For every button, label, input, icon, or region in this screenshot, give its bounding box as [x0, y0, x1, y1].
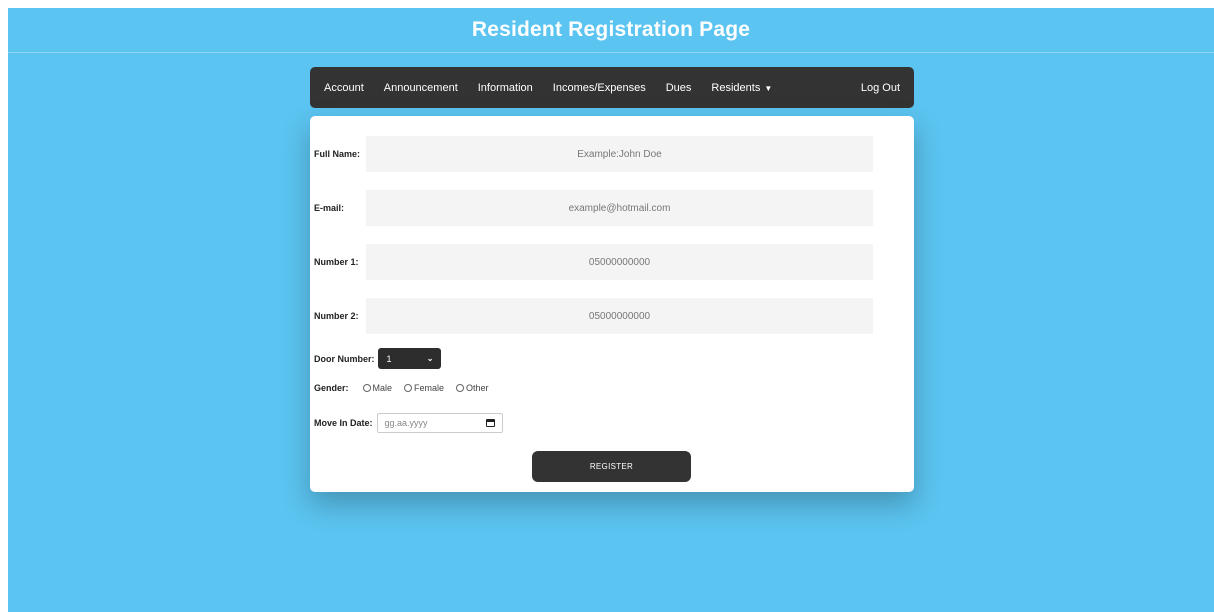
- full-name-row: Full Name:: [314, 136, 873, 172]
- page-header: Resident Registration Page: [8, 8, 1214, 53]
- number2-label: Number 2:: [314, 311, 359, 321]
- gender-option-other[interactable]: Other: [456, 383, 489, 393]
- page: Resident Registration Page Account Annou…: [8, 8, 1214, 612]
- move-in-date-input[interactable]: gg.aa.yyyy: [376, 413, 503, 433]
- number2-input[interactable]: [366, 298, 873, 334]
- nav-item-account[interactable]: Account: [324, 82, 364, 94]
- email-row: E-mail:: [314, 190, 873, 226]
- door-number-value: 1: [386, 353, 392, 364]
- door-number-row: Door Number: 1 ⌄: [314, 348, 441, 369]
- door-number-label: Door Number:: [314, 353, 375, 364]
- gender-option-female[interactable]: Female: [404, 383, 444, 393]
- number1-input[interactable]: [366, 244, 873, 280]
- number1-label: Number 1:: [314, 257, 359, 267]
- number1-row: Number 1:: [314, 244, 873, 280]
- email-input[interactable]: [366, 190, 873, 226]
- door-number-select[interactable]: 1 ⌄: [377, 348, 441, 369]
- radio-female[interactable]: [404, 384, 413, 392]
- move-in-date-row: Move In Date: gg.aa.yyyy: [314, 413, 503, 433]
- full-name-label: Full Name:: [314, 149, 361, 159]
- gender-row: Gender: Male Female Other: [314, 383, 501, 393]
- calendar-icon[interactable]: [485, 419, 495, 427]
- caret-down-icon: ▼: [764, 83, 773, 93]
- nav-item-dues[interactable]: Dues: [666, 82, 692, 94]
- radio-male-label: Male: [372, 383, 393, 393]
- move-in-date-label: Move In Date:: [314, 418, 373, 428]
- radio-other[interactable]: [456, 384, 465, 392]
- main-navbar: Account Announcement Information Incomes…: [310, 67, 914, 108]
- nav-item-information[interactable]: Information: [478, 82, 533, 94]
- full-name-input[interactable]: [366, 136, 873, 172]
- nav-item-announcement[interactable]: Announcement: [384, 82, 458, 94]
- radio-other-label: Other: [466, 383, 489, 393]
- move-in-date-placeholder: gg.aa.yyyy: [384, 418, 428, 428]
- email-label: E-mail:: [314, 203, 345, 213]
- nav-item-residents-dropdown[interactable]: Residents ▼: [711, 82, 772, 94]
- radio-male[interactable]: [362, 384, 371, 392]
- registration-form-card: Full Name: E-mail: Number 1: Number 2: D…: [310, 116, 914, 492]
- nav-item-incomes-expenses[interactable]: Incomes/Expenses: [553, 82, 646, 94]
- page-title: Resident Registration Page: [471, 18, 751, 41]
- number2-row: Number 2:: [314, 298, 873, 334]
- radio-female-label: Female: [414, 383, 445, 393]
- logout-link[interactable]: Log Out: [861, 82, 900, 94]
- chevron-down-icon: ⌄: [426, 354, 434, 363]
- gender-label: Gender:: [314, 383, 349, 393]
- gender-option-male[interactable]: Male: [362, 383, 393, 393]
- register-button[interactable]: REGISTER: [532, 451, 691, 482]
- nav-item-residents-label: Residents: [711, 81, 761, 94]
